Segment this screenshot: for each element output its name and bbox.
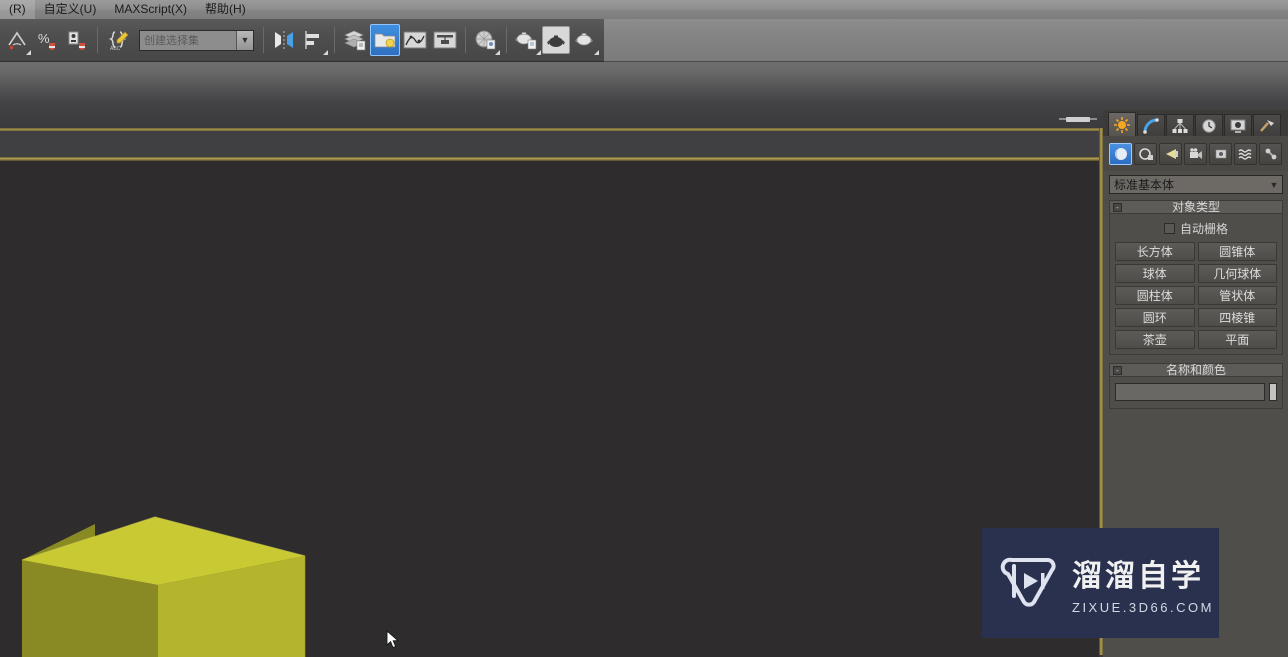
tab-motion[interactable]: [1195, 114, 1223, 136]
rendered-frame-window-icon[interactable]: [542, 26, 570, 54]
watermark-logo: 溜溜自学 ZIXUE.3D66.COM: [982, 528, 1219, 638]
autogrid-label: 自动栅格: [1179, 222, 1228, 236]
create-cylinder-button[interactable]: 圆柱体: [1115, 286, 1195, 305]
menu-bar: (R) 自定义(U) MAXScript(X) 帮助(H): [0, 0, 1288, 19]
chevron-down-icon[interactable]: ▼: [236, 30, 253, 50]
create-teapot-button[interactable]: 茶壶: [1115, 330, 1195, 349]
chevron-down-icon[interactable]: ▼: [1266, 180, 1282, 190]
tab-hierarchy[interactable]: [1166, 114, 1194, 136]
minimize-bar: [1066, 116, 1090, 122]
collapse-icon[interactable]: -: [1113, 365, 1122, 375]
geometry-type-value: 标准基本体: [1114, 178, 1175, 192]
rollout-object-type-body: 自动栅格 长方体 圆锥体 球体 几何球体 圆柱体 管状体 圆环 四棱锥 茶壶 平…: [1109, 214, 1283, 355]
schematic-view-icon[interactable]: [430, 24, 460, 56]
toolbar-separator: [334, 27, 335, 53]
watermark-url: ZIXUE.3D66.COM: [1072, 600, 1214, 615]
create-cone-button[interactable]: 圆锥体: [1197, 242, 1277, 261]
minimize-tick-left: [1059, 118, 1066, 120]
flyout-indicator-icon: [495, 50, 500, 55]
toolbar-separator: [263, 27, 264, 53]
category-systems[interactable]: [1259, 143, 1282, 165]
create-geosphere-button[interactable]: 几何球体: [1197, 264, 1277, 283]
viewport-border-top: [0, 128, 1103, 131]
watermark-text: 溜溜自学 ZIXUE.3D66.COM: [1072, 551, 1214, 615]
geometry-type-combo[interactable]: 标准基本体 ▼: [1109, 175, 1283, 194]
category-cameras[interactable]: [1184, 143, 1207, 165]
named-selection-set-value: 创建选择集: [144, 35, 199, 47]
collapse-icon[interactable]: -: [1113, 202, 1122, 212]
menu-help[interactable]: 帮助(H): [196, 0, 255, 19]
category-lights[interactable]: [1159, 143, 1182, 165]
tab-utilities[interactable]: [1253, 114, 1281, 136]
autogrid-checkbox[interactable]: [1163, 223, 1175, 234]
box-object[interactable]: [0, 161, 1099, 657]
toolbar-separator: [506, 27, 507, 53]
flyout-indicator-icon: [536, 50, 541, 55]
tab-create[interactable]: [1108, 112, 1136, 136]
menu-maxscript[interactable]: MAXScript(X): [105, 0, 196, 19]
toggle-scene-explorer-icon[interactable]: [370, 24, 400, 56]
toolbar-empty-area: [604, 19, 1288, 62]
watermark-title: 溜溜自学: [1072, 559, 1204, 594]
category-shapes[interactable]: [1134, 143, 1157, 165]
category-helpers[interactable]: [1209, 143, 1232, 165]
category-geometry[interactable]: [1109, 143, 1132, 165]
render-production-icon[interactable]: [570, 24, 600, 56]
named-selection-set-combo[interactable]: 创建选择集 ▼: [139, 29, 254, 51]
play-logo-icon: [1000, 557, 1056, 607]
rollout-object-type: - 对象类型 自动栅格 长方体 圆锥体 球体 几何球体 圆柱体 管状体 圆环 四…: [1109, 200, 1283, 355]
edit-named-selection-sets-icon[interactable]: ABC: [103, 24, 133, 56]
render-setup-icon[interactable]: [512, 24, 542, 56]
spinner-snap-toggle-icon[interactable]: [62, 24, 92, 56]
svg-text:ABC: ABC: [110, 46, 121, 52]
object-type-button-grid: 长方体 圆锥体 球体 几何球体 圆柱体 管状体 圆环 四棱锥 茶壶 平面: [1115, 242, 1277, 349]
category-space-warps[interactable]: [1234, 143, 1257, 165]
viewport-minimize-icon[interactable]: [1058, 112, 1098, 126]
toolbar-separator: [97, 27, 98, 53]
create-torus-button[interactable]: 圆环: [1115, 308, 1195, 327]
material-editor-icon[interactable]: [471, 24, 501, 56]
toolbar-separator: [465, 27, 466, 53]
svg-text:%: %: [38, 31, 50, 46]
angle-snap-toggle-icon[interactable]: [2, 24, 32, 56]
create-sphere-button[interactable]: 球体: [1115, 264, 1195, 283]
create-tube-button[interactable]: 管状体: [1197, 286, 1277, 305]
layer-manager-icon[interactable]: [340, 24, 370, 56]
create-plane-button[interactable]: 平面: [1197, 330, 1277, 349]
viewport-chrome-strip: [0, 131, 1288, 158]
flyout-indicator-icon: [26, 50, 31, 55]
rollout-object-type-title: 对象类型: [1171, 200, 1220, 214]
tab-modify[interactable]: [1137, 114, 1165, 136]
mirror-icon[interactable]: [269, 24, 299, 56]
tab-display[interactable]: [1224, 114, 1252, 136]
create-box-button[interactable]: 长方体: [1115, 242, 1195, 261]
main-toolbar: % ABC 创建选择集 ▼: [0, 19, 604, 62]
object-name-input[interactable]: [1115, 383, 1265, 401]
object-color-swatch[interactable]: [1269, 383, 1277, 401]
menu-render-truncated[interactable]: (R): [0, 0, 35, 19]
flyout-indicator-icon: [594, 50, 599, 55]
rollout-name-and-color-header[interactable]: - 名称和颜色: [1109, 363, 1283, 377]
perspective-viewport[interactable]: [0, 161, 1099, 657]
flyout-indicator-icon: [323, 50, 328, 55]
command-panel-tabs: [1103, 110, 1288, 136]
percent-snap-toggle-icon[interactable]: %: [32, 24, 62, 56]
curve-editor-icon[interactable]: [400, 24, 430, 56]
command-panel-categories: [1103, 136, 1288, 171]
name-and-color-row: [1115, 381, 1277, 403]
menu-customize[interactable]: 自定义(U): [35, 0, 106, 19]
rollout-name-and-color-title: 名称和颜色: [1165, 363, 1226, 377]
mouse-cursor: [386, 630, 400, 649]
app-window: (R) 自定义(U) MAXScript(X) 帮助(H) % ABC 创建选择…: [0, 0, 1288, 657]
rollout-object-type-header[interactable]: - 对象类型: [1109, 200, 1283, 214]
rollout-name-and-color: - 名称和颜色: [1109, 363, 1283, 409]
align-icon[interactable]: [299, 24, 329, 56]
minimize-tick-right: [1090, 118, 1097, 120]
rollout-name-and-color-body: [1109, 377, 1283, 409]
create-pyramid-button[interactable]: 四棱锥: [1197, 308, 1277, 327]
autogrid-row[interactable]: 自动栅格: [1115, 218, 1277, 242]
